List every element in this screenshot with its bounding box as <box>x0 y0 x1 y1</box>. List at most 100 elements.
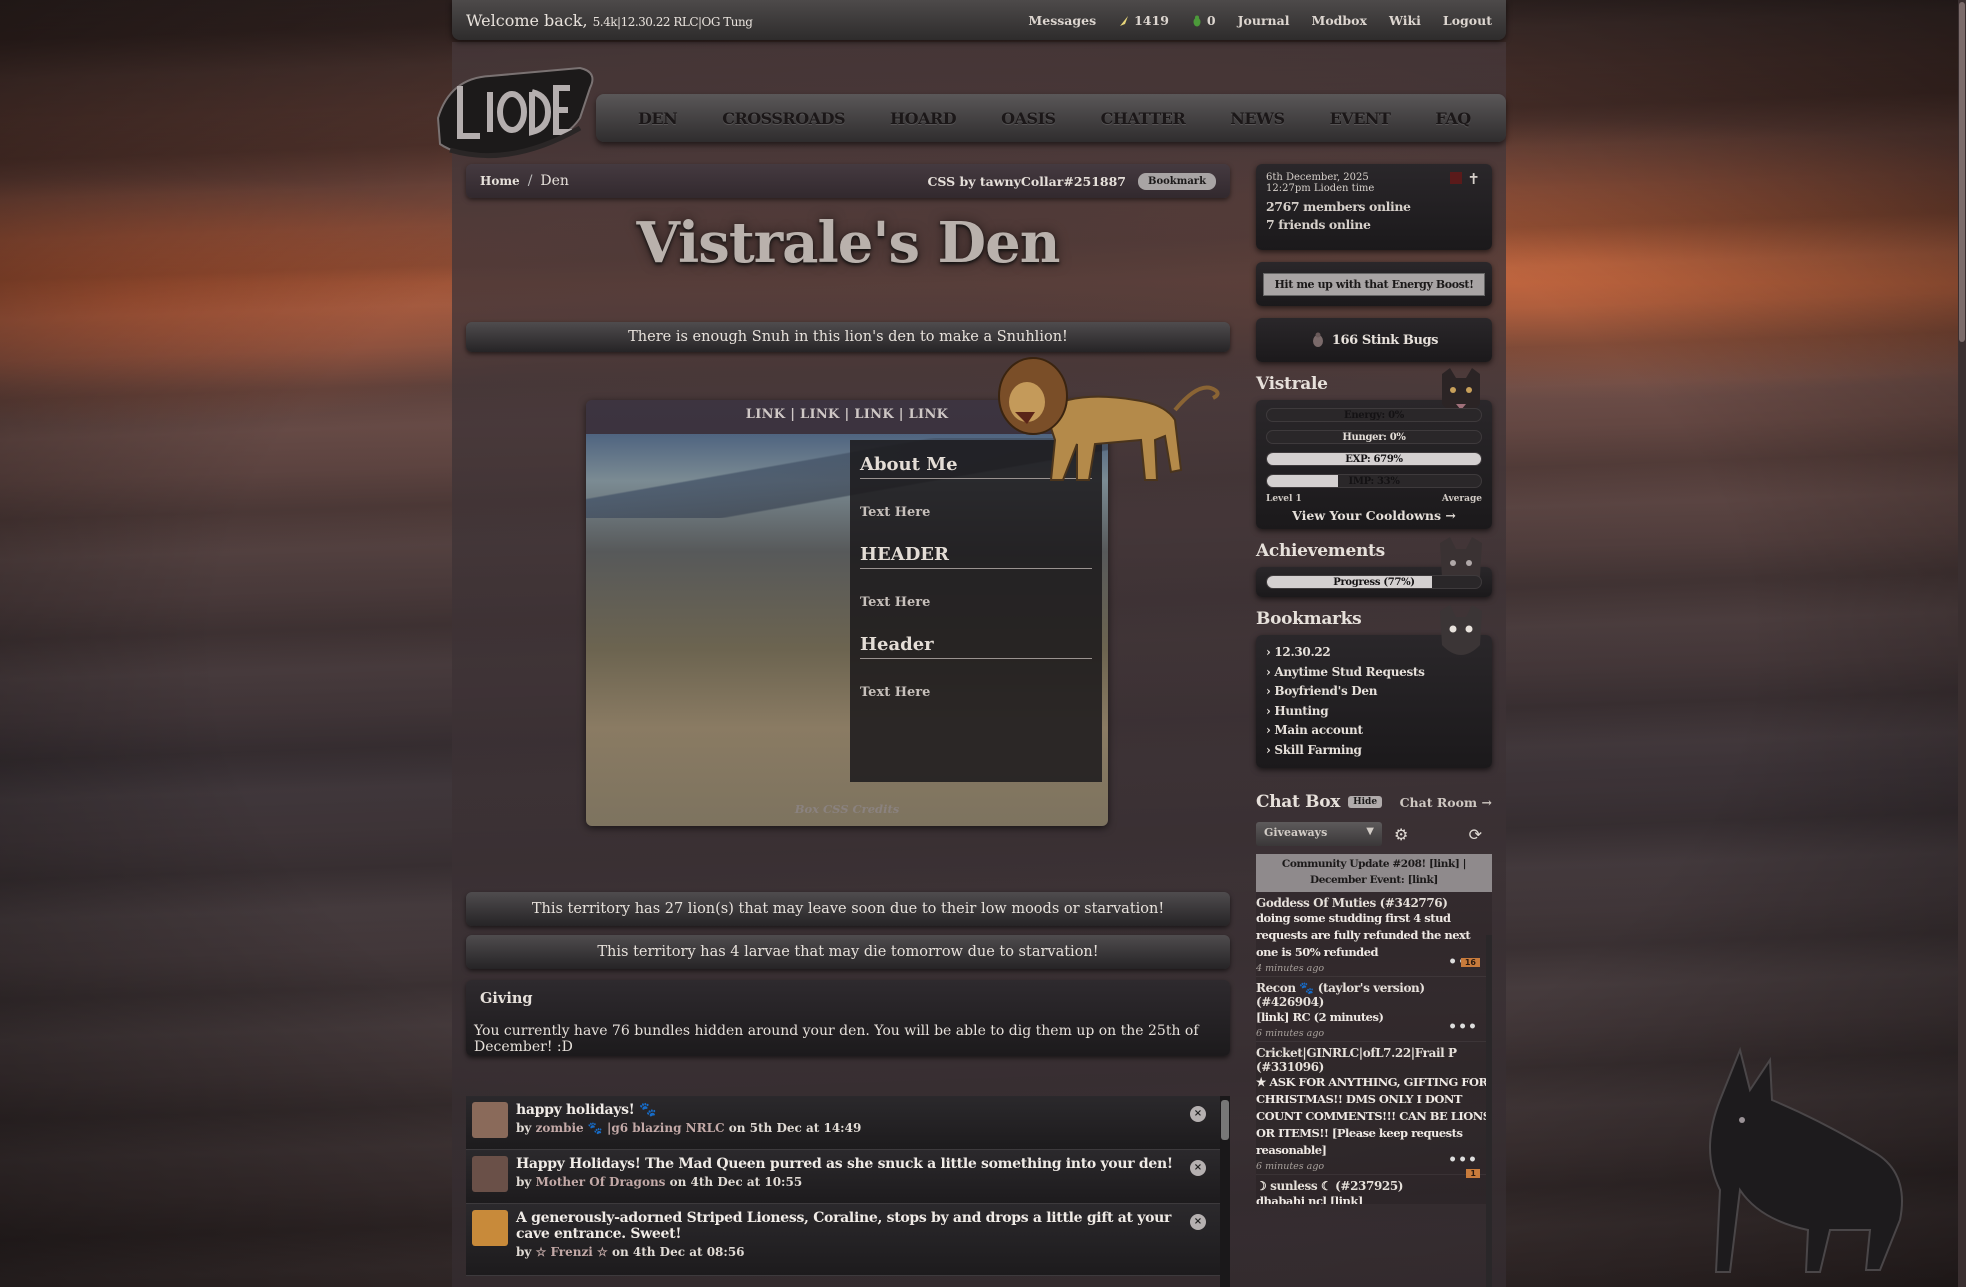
chat-controls: Giveaways ⚙ ⟳ <box>1256 822 1492 846</box>
avatar[interactable] <box>472 1210 508 1246</box>
chat-message-author[interactable]: Recon 🐾 (taylor's version) (#426904) <box>1256 981 1492 1009</box>
cooldowns-link[interactable]: View Your Cooldowns → <box>1266 508 1482 523</box>
mail-display[interactable]: 0 <box>1191 13 1216 28</box>
currency-display[interactable]: 1419 <box>1118 13 1169 28</box>
cross-icon[interactable]: ✝ <box>1467 170 1480 188</box>
header-heading-1: HEADER <box>860 544 1092 569</box>
feed-item-user[interactable]: Mother Of Dragons <box>536 1175 666 1189</box>
modbox-link[interactable]: Modbox <box>1311 13 1366 28</box>
nav-den[interactable]: DEN <box>638 109 678 128</box>
chat-message: Recon 🐾 (taylor's version) (#426904) [li… <box>1256 977 1492 1042</box>
nav-faq[interactable]: FAQ <box>1435 109 1471 128</box>
close-icon[interactable]: × <box>1190 1214 1206 1230</box>
bookmark-item[interactable]: › Skill Farming <box>1266 741 1482 761</box>
feed-item: happy holidays! 🐾 by zombie 🐾 |g6 blazin… <box>466 1096 1220 1150</box>
chat-room-link[interactable]: Chat Room → <box>1400 795 1492 810</box>
feed-item-user[interactable]: ☆ Frenzi ☆ <box>536 1245 608 1259</box>
bookmarks-section: Bookmarks › 12.30.22 › Anytime Stud Requ… <box>1256 605 1492 768</box>
bookmark-item[interactable]: › Main account <box>1266 721 1482 741</box>
wiki-link[interactable]: Wiki <box>1389 13 1421 28</box>
time-text: 12:27pm Lioden time <box>1266 183 1375 194</box>
feed-item-byline: by ☆ Frenzi ☆ on 4th Dec at 08:56 <box>516 1245 745 1259</box>
page-title: Vistrale's Den <box>636 210 1061 276</box>
breadcrumb-separator: / <box>527 173 533 189</box>
chat-channel-select[interactable]: Giveaways <box>1256 822 1382 846</box>
top-bar: Welcome back, 5.4k|12.30.22 RLC|OG Tung … <box>452 0 1506 40</box>
nav-hoard[interactable]: HOARD <box>890 109 957 128</box>
bug-icon <box>1193 15 1201 27</box>
chat-message: ☽ sunless ☾ (#237925) dhabahi ncl [link] <box>1256 1175 1492 1204</box>
nav-chatter[interactable]: CHATTER <box>1101 109 1186 128</box>
currency-amount: 1419 <box>1134 12 1169 28</box>
nav-event[interactable]: EVENT <box>1330 109 1391 128</box>
average-text: Average <box>1441 494 1482 504</box>
energy-boost-button[interactable]: Hit me up with that Energy Boost! <box>1263 272 1485 296</box>
feed-item: Happy Holidays! The Mad Queen purred as … <box>466 1150 1220 1204</box>
lioden-logo[interactable] <box>430 58 600 168</box>
feather-icon <box>1120 16 1129 26</box>
header-heading-2: Header <box>860 634 1092 659</box>
chat-message: Cricket|GINRLC|ofL7.22|Frail P (#331096)… <box>1256 1042 1492 1178</box>
chat-box-heading: Chat Box <box>1256 792 1341 812</box>
breadcrumb-home[interactable]: Home <box>480 174 520 188</box>
box-credits-link[interactable]: Box CSS Credits <box>586 802 1108 816</box>
avatar[interactable] <box>472 1156 508 1192</box>
top-nav: Messages 1419 0 Journal Modbox Wiki Logo… <box>1028 13 1492 28</box>
achievements-section: Achievements Progress (77%) <box>1256 537 1492 597</box>
companion-creature-image[interactable] <box>1680 1040 1940 1280</box>
members-online[interactable]: 2767 members online <box>1266 199 1482 214</box>
chat-header: Chat Box Hide Chat Room → <box>1256 792 1492 812</box>
stink-bugs-count[interactable]: 166 Stink Bugs <box>1332 333 1439 348</box>
time-box: 6th December, 2025 12:27pm Lioden time 2… <box>1256 164 1492 250</box>
about-text-3: Text Here <box>860 685 931 700</box>
stats-box: Energy: 0% Hunger: 0% EXP: 679% IMP: 33%… <box>1256 400 1492 529</box>
page-scrollbar[interactable] <box>1958 0 1966 1287</box>
lion-section: Vistrale Energy: 0% Hunger: 0% EXP: 679%… <box>1256 368 1492 529</box>
bookmark-button[interactable]: Bookmark <box>1138 172 1216 190</box>
chat-message-author[interactable]: Cricket|GINRLC|ofL7.22|Frail P (#331096) <box>1256 1046 1492 1074</box>
hunger-bar: Hunger: 0% <box>1266 430 1482 444</box>
nav-oasis[interactable]: OASIS <box>1001 109 1056 128</box>
close-icon[interactable]: × <box>1190 1106 1206 1122</box>
right-sidebar: 6th December, 2025 12:27pm Lioden time 2… <box>1256 164 1492 1204</box>
feed-item-byline: by zombie 🐾 |g6 blazing NRLC on 5th Dec … <box>516 1121 862 1135</box>
logout-link[interactable]: Logout <box>1443 13 1492 28</box>
community-update-banner[interactable]: Community Update #208! [link] | December… <box>1256 854 1492 892</box>
stink-bugs-box: 166 Stink Bugs <box>1256 318 1492 362</box>
bookmark-item[interactable]: › Hunting <box>1266 702 1482 722</box>
gear-icon[interactable]: ⚙ <box>1394 825 1408 844</box>
level-row: Level 1 Average <box>1266 494 1482 504</box>
messages-link[interactable]: Messages <box>1028 13 1096 28</box>
nav-news[interactable]: NEWS <box>1230 109 1285 128</box>
chat-message: Goddess Of Muties (#342776) doing some s… <box>1256 892 1492 977</box>
feed-scrollbar[interactable] <box>1220 1096 1230 1287</box>
feed-item-user[interactable]: zombie 🐾 |g6 blazing NRLC <box>536 1121 725 1135</box>
refresh-icon[interactable]: ⟳ <box>1469 825 1482 844</box>
imp-bar: IMP: 33% <box>1266 474 1482 488</box>
chat-message-author[interactable]: Goddess Of Muties (#342776) <box>1256 896 1492 910</box>
chat-message-body: ★ ASK FOR ANYTHING, GIFTING FOR CHRISTMA… <box>1256 1075 1491 1157</box>
more-options-icon[interactable]: ••• <box>1448 1019 1478 1035</box>
giving-text: You currently have 76 bundles hidden aro… <box>474 1023 1199 1055</box>
welcome-username[interactable]: 5.4k|12.30.22 RLC|OG Tung <box>593 15 753 29</box>
bookmark-item[interactable]: › Anytime Stud Requests <box>1266 663 1482 683</box>
energy-boost-box: Hit me up with that Energy Boost! <box>1256 262 1492 306</box>
journal-link[interactable]: Journal <box>1238 13 1290 28</box>
territory-lions-warning: This territory has 27 lion(s) that may l… <box>466 892 1230 926</box>
avatar[interactable] <box>472 1102 508 1138</box>
lion-image[interactable] <box>985 340 1225 500</box>
bookmark-item[interactable]: › Boyfriend's Den <box>1266 682 1482 702</box>
achievement-progress-bar[interactable]: Progress (77%) <box>1266 575 1482 589</box>
close-icon[interactable]: × <box>1190 1160 1206 1176</box>
chat-scrollbar[interactable] <box>1486 935 1492 1287</box>
giving-box: Giving You currently have 76 bundles hid… <box>466 980 1230 1056</box>
status-icon[interactable] <box>1450 172 1462 184</box>
about-text-2: Text Here <box>860 595 931 610</box>
chat-hide-button[interactable]: Hide <box>1348 796 1383 808</box>
chat-message-author[interactable]: ☽ sunless ☾ (#237925) <box>1256 1179 1492 1193</box>
welcome-text: Welcome back, 5.4k|12.30.22 RLC|OG Tung <box>466 10 753 30</box>
more-options-icon[interactable]: ••• <box>1448 1152 1478 1168</box>
friends-online[interactable]: 7 friends online <box>1266 217 1482 232</box>
nav-crossroads[interactable]: CROSSROADS <box>722 109 845 128</box>
css-credit-link[interactable]: CSS by tawnyCollar#251887 <box>927 174 1126 189</box>
